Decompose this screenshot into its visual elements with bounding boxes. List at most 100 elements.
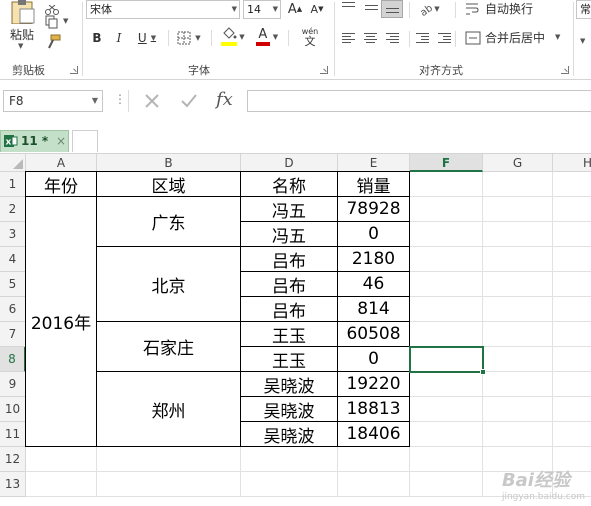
align-middle-icon[interactable] xyxy=(365,2,378,13)
header-cell-region[interactable]: 区域 xyxy=(96,171,241,197)
row-header-10[interactable]: 10 xyxy=(0,397,26,422)
align-left-icon[interactable] xyxy=(342,33,355,44)
align-right-icon[interactable] xyxy=(386,33,399,44)
spreadsheet-grid[interactable]: ABDEFGH 1 2 3 4 5 6 7 8 9 10 11 12 13 年份 区域 名称 销量 2016年广… xyxy=(0,154,591,506)
header-cell-year[interactable]: 年份 xyxy=(25,171,97,197)
column-header-e[interactable]: E xyxy=(338,154,410,172)
phonetic-guide-button[interactable]: wén 文 xyxy=(293,25,327,49)
sales-cell[interactable]: 2180 xyxy=(337,246,410,272)
cell[interactable] xyxy=(410,222,483,247)
fill-handle[interactable] xyxy=(480,369,486,375)
enter-check-icon[interactable] xyxy=(180,93,198,109)
bold-button[interactable]: B xyxy=(88,29,106,47)
alignment-launcher-icon[interactable] xyxy=(561,66,569,74)
cell[interactable] xyxy=(410,172,483,197)
row-header-7[interactable]: 7 xyxy=(0,322,26,347)
column-header-f[interactable]: F xyxy=(410,154,483,172)
name-cell[interactable]: 吴晓波 xyxy=(240,371,338,397)
borders-button[interactable]: ▼ xyxy=(174,29,204,47)
sales-cell[interactable]: 60508 xyxy=(337,321,410,347)
sales-cell[interactable]: 0 xyxy=(337,346,410,372)
cell[interactable] xyxy=(338,447,410,472)
close-tab-icon[interactable]: × xyxy=(56,131,66,151)
format-painter-button[interactable] xyxy=(45,34,63,52)
cell[interactable] xyxy=(97,447,241,472)
name-cell[interactable]: 吴晓波 xyxy=(240,396,338,422)
merge-center-button[interactable]: 合并后居中 ▼ xyxy=(463,29,573,47)
name-cell[interactable]: 吕布 xyxy=(240,271,338,297)
cell[interactable] xyxy=(553,372,591,397)
cell[interactable] xyxy=(553,172,591,197)
cell[interactable] xyxy=(553,247,591,272)
font-name-combo[interactable]: 宋体 ▼ xyxy=(86,0,240,19)
font-launcher-icon[interactable] xyxy=(320,66,328,74)
sales-cell[interactable]: 18813 xyxy=(337,396,410,422)
merged-region-cell[interactable]: 郑州 xyxy=(96,371,241,447)
cell[interactable] xyxy=(410,197,483,222)
row-header-12[interactable]: 12 xyxy=(0,447,26,472)
grow-font-button[interactable]: A ▲ xyxy=(286,0,304,18)
cell[interactable] xyxy=(483,172,553,197)
cell[interactable] xyxy=(483,247,553,272)
sales-cell[interactable]: 46 xyxy=(337,271,410,297)
font-color-button[interactable]: A ▼ xyxy=(252,26,282,48)
fill-color-button[interactable]: ▼ xyxy=(218,26,248,48)
row-header-8[interactable]: 8 xyxy=(0,347,26,372)
cell[interactable] xyxy=(241,472,338,497)
merged-year-cell[interactable]: 2016年 xyxy=(25,196,97,447)
cell[interactable] xyxy=(553,322,591,347)
cell[interactable] xyxy=(26,447,97,472)
cell[interactable] xyxy=(553,272,591,297)
cell[interactable] xyxy=(26,472,97,497)
cell[interactable] xyxy=(553,347,591,372)
cell[interactable] xyxy=(483,272,553,297)
column-header-d[interactable]: D xyxy=(241,154,338,172)
clipboard-launcher-icon[interactable] xyxy=(70,66,78,74)
name-cell[interactable]: 王玉 xyxy=(240,346,338,372)
merged-region-cell[interactable]: 广东 xyxy=(96,196,241,247)
paste-button[interactable]: 粘贴 ▼ xyxy=(4,0,40,56)
cell[interactable] xyxy=(483,297,553,322)
shrink-font-button[interactable]: A ▼ xyxy=(308,0,326,18)
cancel-icon[interactable] xyxy=(144,93,160,109)
sales-cell[interactable]: 18406 xyxy=(337,421,410,447)
wrap-text-button[interactable]: 自动换行 xyxy=(463,0,573,18)
sales-cell[interactable]: 0 xyxy=(337,221,410,247)
cell[interactable] xyxy=(483,397,553,422)
cell[interactable] xyxy=(553,222,591,247)
cell[interactable] xyxy=(410,397,483,422)
cell[interactable] xyxy=(410,372,483,397)
sales-cell[interactable]: 814 xyxy=(337,296,410,322)
cut-button[interactable] xyxy=(45,0,63,15)
align-top-icon[interactable] xyxy=(342,2,355,13)
italic-button[interactable]: I xyxy=(110,29,128,47)
merged-region-cell[interactable]: 石家庄 xyxy=(96,321,241,372)
name-cell[interactable]: 吴晓波 xyxy=(240,421,338,447)
row-header-6[interactable]: 6 xyxy=(0,297,26,322)
document-tab[interactable]: x 11 * × xyxy=(0,130,69,152)
cell[interactable] xyxy=(483,422,553,447)
font-size-combo[interactable]: 14 ▼ xyxy=(243,0,281,19)
header-cell-sales[interactable]: 销量 xyxy=(337,171,410,197)
cell[interactable] xyxy=(410,472,483,497)
name-cell[interactable]: 王玉 xyxy=(240,321,338,347)
merged-region-cell[interactable]: 北京 xyxy=(96,246,241,322)
name-box[interactable]: F8 ▼ xyxy=(3,90,103,112)
insert-function-button[interactable]: fx xyxy=(216,89,233,110)
row-header-13[interactable]: 13 xyxy=(0,472,26,497)
cell[interactable] xyxy=(483,322,553,347)
row-header-3[interactable]: 3 xyxy=(0,222,26,247)
header-cell-name[interactable]: 名称 xyxy=(240,171,338,197)
cell[interactable] xyxy=(97,472,241,497)
orientation-button[interactable]: ab ▼ xyxy=(414,0,444,18)
row-header-4[interactable]: 4 xyxy=(0,247,26,272)
more-options-icon[interactable]: ⋮ xyxy=(114,92,126,106)
column-header-h[interactable]: H xyxy=(553,154,591,172)
column-header-b[interactable]: B xyxy=(97,154,241,172)
row-header-2[interactable]: 2 xyxy=(0,197,26,222)
cell[interactable] xyxy=(338,472,410,497)
underline-button[interactable]: U ▼ xyxy=(132,29,162,47)
new-tab-button[interactable] xyxy=(72,130,98,152)
cell[interactable] xyxy=(553,397,591,422)
cell[interactable] xyxy=(553,297,591,322)
